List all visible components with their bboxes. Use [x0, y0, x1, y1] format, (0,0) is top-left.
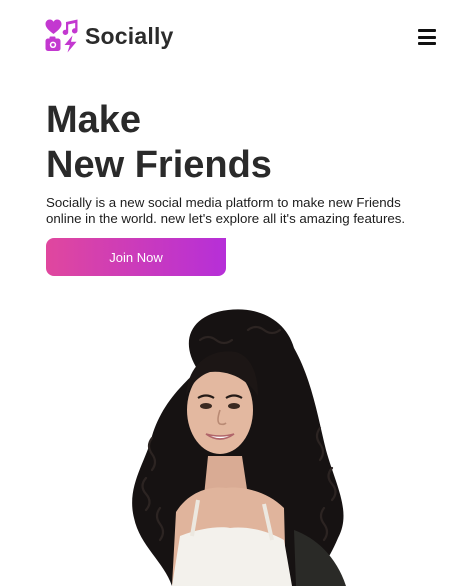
menu-line — [418, 29, 436, 32]
hero-title-line2: New Friends — [46, 144, 272, 186]
portrait-photo — [132, 309, 346, 586]
hamburger-menu-icon[interactable] — [418, 29, 436, 45]
menu-line — [418, 35, 436, 39]
brand-logo[interactable]: Socially — [45, 19, 174, 53]
hero-title-line1: Make — [46, 99, 142, 141]
join-now-button[interactable]: Join Now — [46, 238, 226, 276]
hero-section: Make New Friends Socially is a new socia… — [46, 98, 426, 227]
hero-description: Socially is a new social media platform … — [46, 195, 406, 226]
site-header: Socially — [0, 0, 460, 72]
brand-name: Socially — [85, 22, 174, 49]
logo-icon — [45, 19, 78, 53]
menu-line — [418, 42, 436, 45]
hero-title: Make New Friends — [46, 98, 426, 188]
